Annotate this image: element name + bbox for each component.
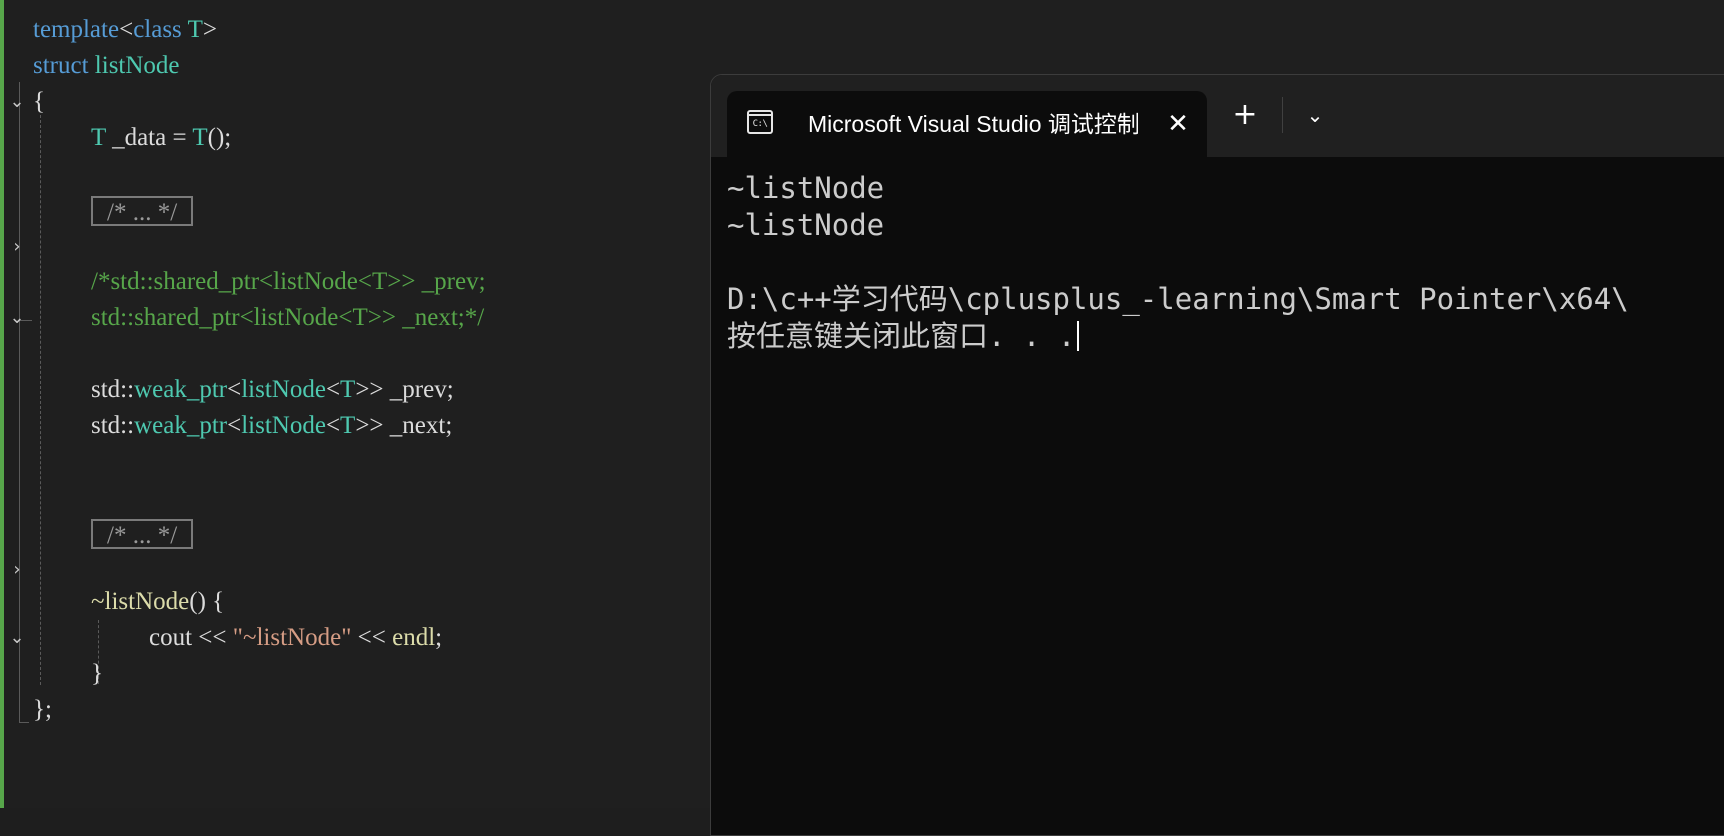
fold-collapsed-icon[interactable]: ›: [6, 229, 28, 265]
code-text: {: [33, 88, 45, 115]
type-name: listNode: [94, 52, 180, 79]
function-name: endl: [392, 624, 436, 651]
comment-text: /*std::shared_ptr<listNode<T>> _prev;: [91, 268, 486, 295]
type-name: T: [340, 412, 356, 439]
new-tab-button[interactable]: +: [1223, 93, 1267, 137]
code-line[interactable]: ⌄ struct listNode: [0, 48, 700, 112]
code-text: cout <<: [149, 624, 233, 651]
fold-collapsed-icon[interactable]: ›: [6, 552, 28, 588]
keyword-template: template: [33, 16, 120, 43]
type-name: listNode: [241, 412, 326, 439]
console-icon: C:\: [747, 110, 773, 134]
code-line[interactable]: {: [0, 84, 700, 120]
function-name: ~listNode: [91, 588, 190, 615]
terminal-titlebar[interactable]: C:\ Microsoft Visual Studio 调试控制台 ✕ + ⌄: [711, 75, 1724, 157]
code-line[interactable]: std::weak_ptr<listNode<T>> _prev;: [0, 372, 700, 408]
type-name: listNode: [241, 376, 326, 403]
code-text: >> _prev;: [355, 376, 454, 403]
type-name: T: [192, 124, 208, 151]
code-line[interactable]: std::weak_ptr<listNode<T>> _next;: [0, 408, 700, 444]
code-text: <: [227, 376, 242, 403]
collapsed-region[interactable]: /* ... */: [91, 196, 194, 226]
tab-title: Microsoft Visual Studio 调试控制台: [808, 111, 1138, 137]
code-line[interactable]: › /* ... */: [0, 516, 700, 580]
code-text: () {: [189, 588, 225, 615]
code-line[interactable]: ⌄ ~listNode() {: [0, 584, 700, 648]
terminal-tab[interactable]: C:\ Microsoft Visual Studio 调试控制台 ✕: [727, 91, 1207, 157]
keyword-class: class: [133, 16, 182, 43]
code-text: };: [33, 696, 52, 723]
chevron-down-icon[interactable]: ⌄: [1293, 93, 1337, 137]
code-line[interactable]: › /* ... */: [0, 193, 700, 257]
type-name: T: [340, 376, 356, 403]
console-output-line: 按任意键关闭此窗口. . .: [727, 319, 1076, 353]
debug-console-window[interactable]: C:\ Microsoft Visual Studio 调试控制台 ✕ + ⌄ …: [710, 74, 1724, 836]
console-output-line: ~listNode: [727, 208, 885, 242]
code-text: <: [325, 376, 341, 403]
titlebar-divider: [1282, 97, 1283, 133]
text-cursor: [1077, 321, 1080, 351]
code-line[interactable]: template<class T>: [0, 12, 700, 48]
collapsed-region[interactable]: /* ... */: [91, 519, 194, 549]
code-text: <: [325, 412, 341, 439]
code-line[interactable]: }: [0, 656, 700, 692]
code-text: <<: [351, 624, 393, 651]
code-text: std::: [91, 412, 135, 439]
code-text: }: [91, 660, 103, 687]
code-text: >> _next;: [355, 412, 453, 439]
type-name: weak_ptr: [134, 376, 228, 403]
console-output-line: ~listNode: [727, 171, 885, 205]
comment-text: std::shared_ptr<listNode<T>> _next;*/: [91, 304, 485, 331]
code-text: std::: [91, 376, 135, 403]
code-text: _data =: [105, 124, 193, 151]
type-name: T: [187, 16, 203, 43]
console-prompt-line: 按任意键关闭此窗口. . .: [727, 318, 1080, 355]
code-text: ();: [207, 124, 232, 151]
code-line[interactable]: ⌄ /*std::shared_ptr<listNode<T>> _prev;: [0, 264, 700, 328]
code-text: ;: [435, 624, 443, 651]
close-tab-button[interactable]: ✕: [1162, 108, 1194, 140]
code-text: <: [119, 16, 134, 43]
code-text: <: [227, 412, 242, 439]
code-line[interactable]: std::shared_ptr<listNode<T>> _next;*/: [0, 300, 700, 336]
code-line[interactable]: };: [0, 692, 700, 728]
code-line[interactable]: cout << "~listNode" << endl;: [0, 620, 700, 656]
type-name: T: [91, 124, 106, 151]
code-text: >: [202, 16, 217, 43]
code-line[interactable]: T _data = T();: [0, 120, 700, 156]
console-output-line: D:\c++学习代码\cplusplus_-learning\Smart Poi…: [727, 282, 1629, 316]
keyword-struct: struct: [33, 52, 89, 79]
string-literal: "~listNode": [232, 624, 352, 651]
type-name: weak_ptr: [134, 412, 228, 439]
